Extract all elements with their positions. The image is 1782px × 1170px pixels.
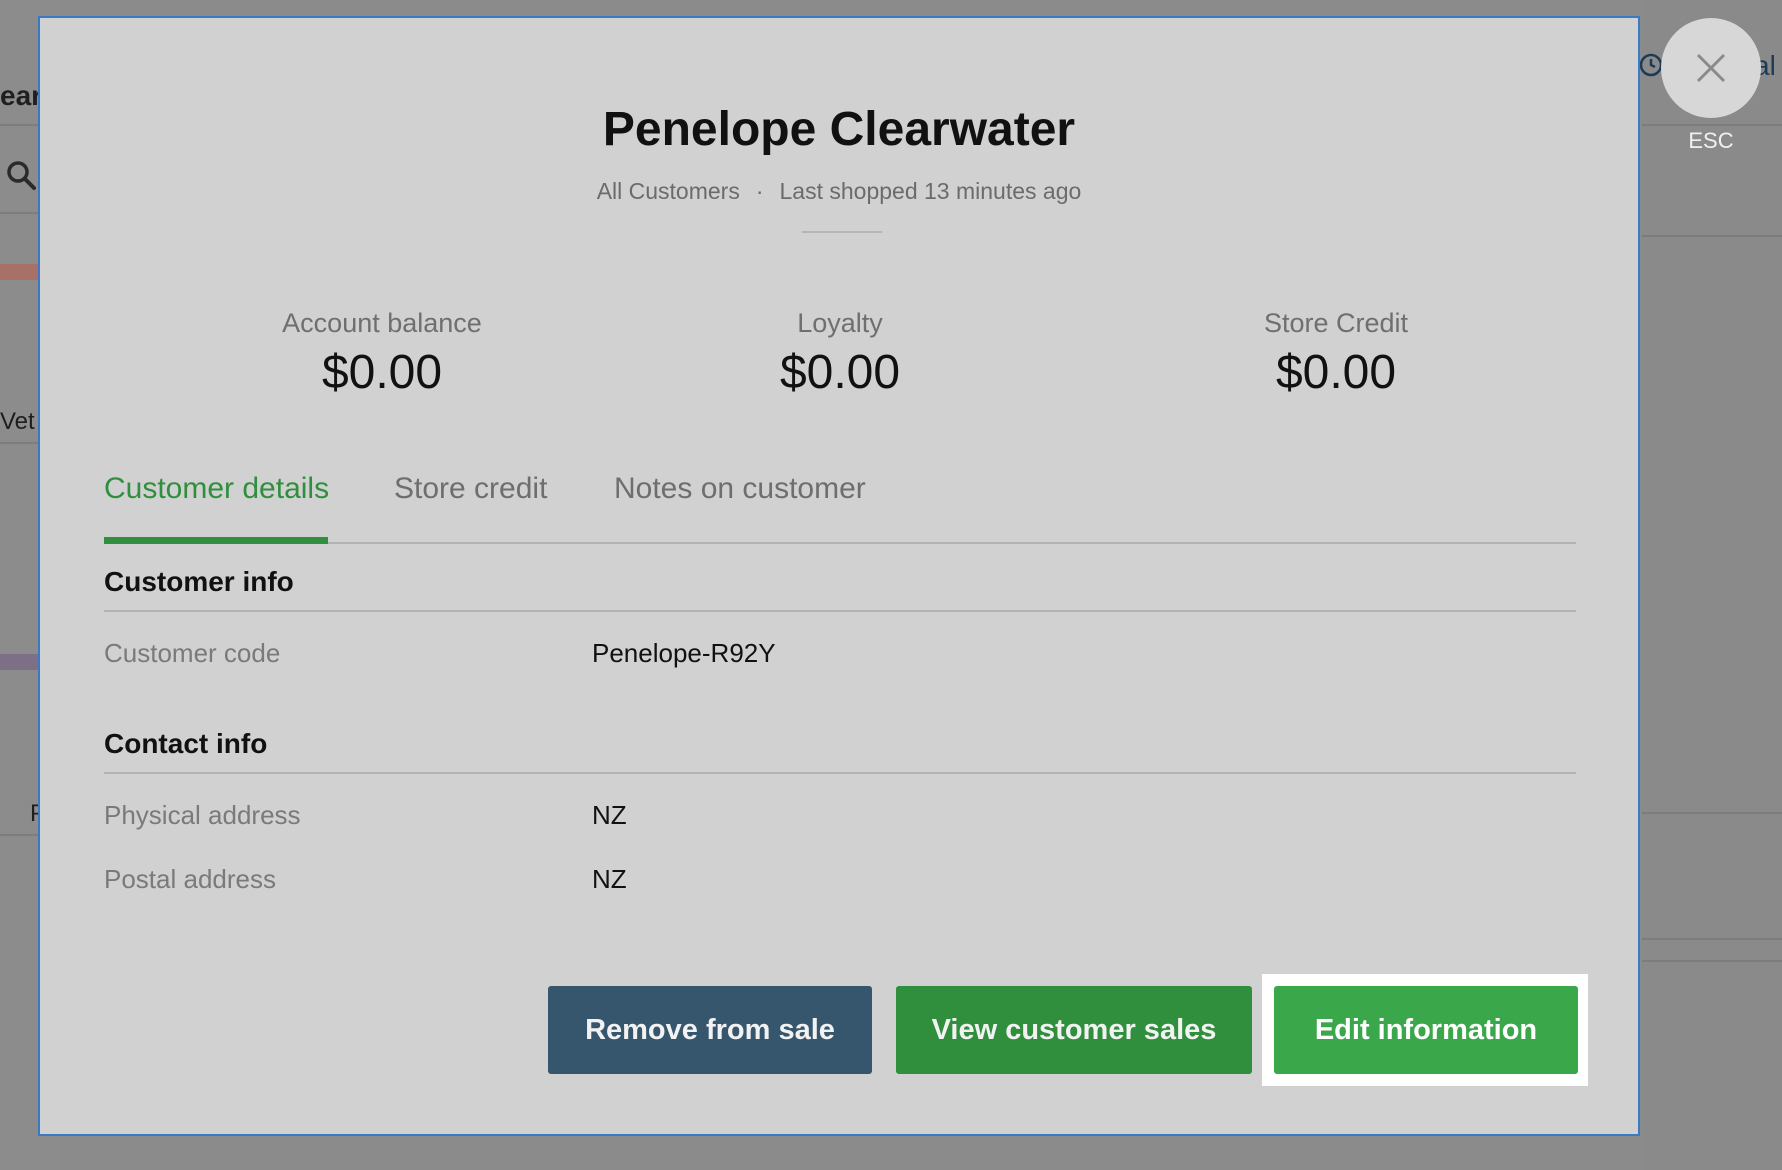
background-divider (0, 442, 40, 444)
search-icon (7, 161, 36, 190)
postal-address-value: NZ (592, 864, 627, 894)
physical-address-label: Physical address (104, 800, 301, 830)
section-divider (104, 772, 1576, 774)
active-tab-indicator (104, 537, 328, 544)
close-button[interactable] (1661, 18, 1761, 118)
customer-code-label: Customer code (104, 638, 281, 668)
background-search-text: ear (0, 80, 43, 111)
background-divider (1642, 124, 1782, 126)
background-divider (0, 834, 40, 836)
customer-group: All Customers (596, 178, 740, 204)
customer-subtitle: All Customers · Last shopped 13 minutes ag… (40, 178, 1638, 205)
stat-value: $0.00 (779, 346, 901, 399)
stat-store-credit: Store Credit $0.00 (1136, 308, 1536, 400)
tab-store-credit[interactable]: Store credit (394, 472, 547, 506)
close-icon (1696, 53, 1726, 83)
background-divider (1642, 938, 1782, 940)
customer-tabs: Customer details Store credit Notes on c… (104, 458, 1576, 544)
tab-customer-details[interactable]: Customer details (104, 472, 329, 506)
last-shopped: Last shopped 13 minutes ago (779, 178, 1082, 204)
tab-notes-on-customer[interactable]: Notes on customer (614, 472, 866, 506)
stat-label: Loyalty (797, 308, 883, 338)
subtitle-separator: · (755, 178, 764, 204)
stat-account-balance: Account balance $0.00 (182, 308, 582, 400)
view-customer-sales-button[interactable]: View customer sales (896, 986, 1252, 1074)
customer-modal: Penelope Clearwater All Customers · Last s… (38, 16, 1640, 1136)
background-divider (1642, 960, 1782, 962)
section-customer-info: Customer info (104, 566, 294, 597)
product-tile-label: Vet (0, 408, 35, 435)
section-divider (104, 610, 1576, 612)
physical-address-value: NZ (592, 800, 627, 830)
remove-from-sale-button[interactable]: Remove from sale (548, 986, 872, 1074)
background-divider (0, 124, 40, 126)
postal-address-label: Postal address (104, 864, 276, 894)
stat-label: Account balance (282, 308, 482, 338)
stat-loyalty: Loyalty $0.00 (640, 308, 1040, 400)
sale-panel (1642, 0, 1782, 1170)
stat-value: $0.00 (321, 346, 443, 399)
customer-code-value: Penelope-R92Y (592, 638, 776, 668)
section-contact-info: Contact info (104, 728, 268, 759)
stat-value: $0.00 (1275, 346, 1397, 399)
edit-information-button[interactable]: Edit information (1274, 986, 1578, 1074)
esc-hint: ESC (1688, 128, 1734, 153)
customer-name: Penelope Clearwater (602, 103, 1076, 156)
background-divider (1642, 235, 1782, 237)
stat-label: Store Credit (1263, 308, 1409, 338)
title-divider (802, 231, 882, 233)
background-divider (0, 212, 40, 214)
background-divider (1642, 812, 1782, 814)
